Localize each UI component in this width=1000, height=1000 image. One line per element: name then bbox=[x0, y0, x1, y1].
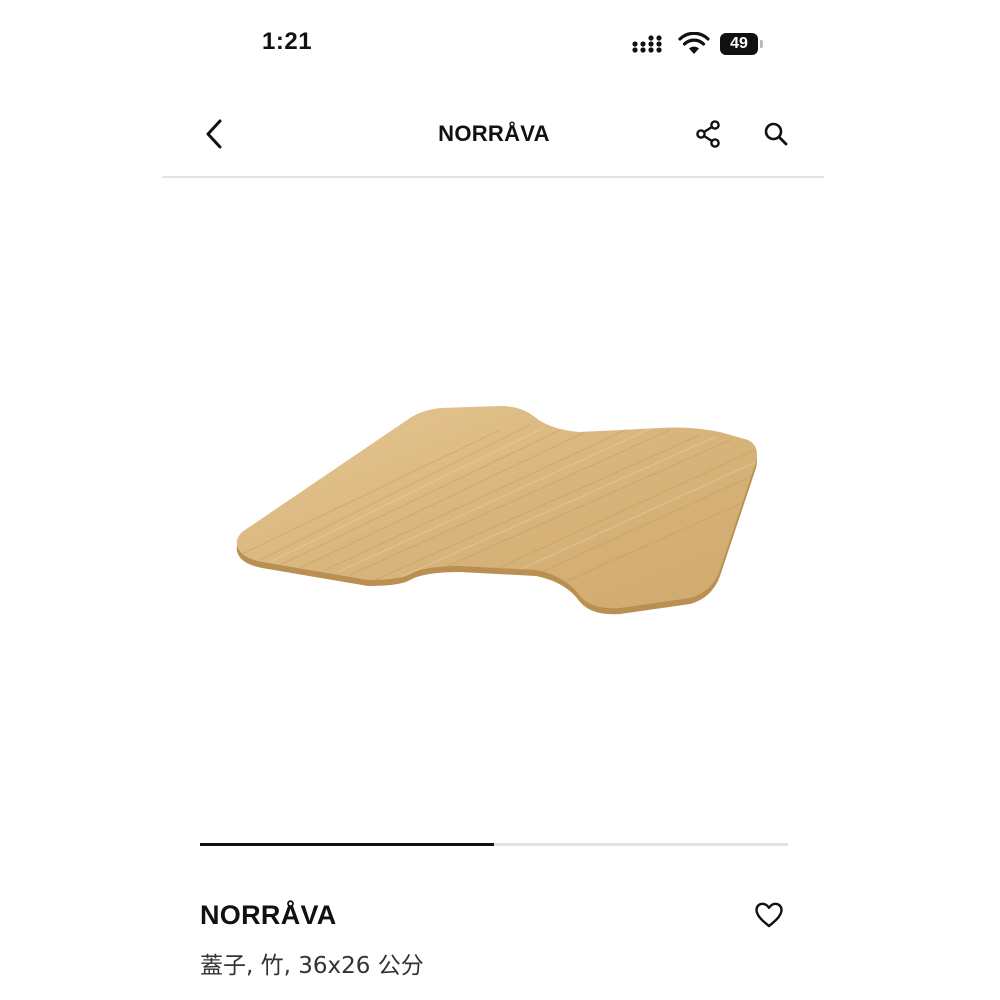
header-divider bbox=[162, 176, 824, 178]
wifi-icon bbox=[678, 32, 710, 54]
chevron-left-icon bbox=[206, 119, 222, 149]
gallery-progress-track[interactable] bbox=[200, 843, 788, 846]
heart-outline-icon bbox=[755, 902, 783, 928]
product-description: 蓋子, 竹, 36x26 公分 bbox=[200, 953, 424, 979]
back-button[interactable] bbox=[196, 114, 232, 154]
favorite-button[interactable] bbox=[750, 896, 788, 934]
product-image[interactable] bbox=[200, 370, 790, 640]
battery-indicator: 49 bbox=[720, 33, 758, 55]
gallery-progress-fill bbox=[200, 843, 494, 846]
page-title: NORRÅVA bbox=[438, 121, 550, 146]
status-indicators: 49 bbox=[632, 32, 772, 58]
cellular-signal-icon bbox=[632, 35, 662, 53]
status-time: 1:21 bbox=[262, 28, 313, 55]
product-name: NORRÅVA bbox=[200, 900, 337, 930]
battery-nub bbox=[760, 40, 763, 48]
share-icon bbox=[696, 120, 720, 148]
search-button[interactable] bbox=[758, 116, 794, 152]
share-button[interactable] bbox=[690, 116, 726, 152]
search-icon bbox=[764, 122, 788, 146]
